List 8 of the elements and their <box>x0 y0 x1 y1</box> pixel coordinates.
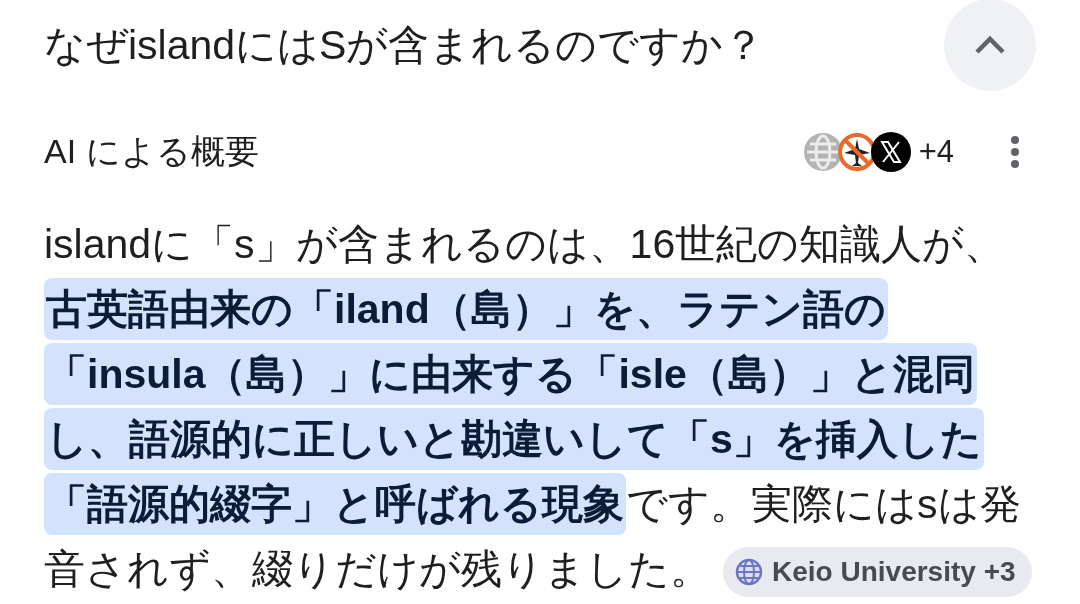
source-link[interactable]: Keio University +3 <box>723 547 1032 598</box>
more-options-icon[interactable] <box>1010 135 1020 169</box>
chevron-up-icon <box>974 35 1006 55</box>
source-count[interactable]: +4 <box>918 134 954 170</box>
question-title: なぜislandにはSが含まれるのですか？ <box>44 20 765 70</box>
globe-icon <box>735 558 763 587</box>
x-logo-icon[interactable] <box>870 132 911 172</box>
overview-label: AI による概要 <box>44 131 260 172</box>
